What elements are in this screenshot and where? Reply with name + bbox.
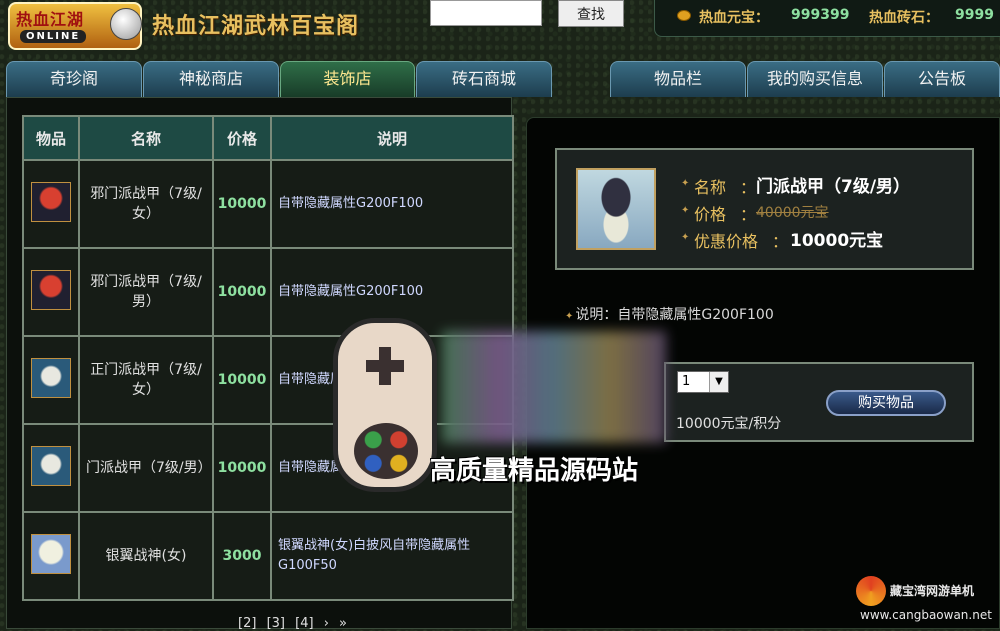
detail-description: ✦ 说明：自带隐藏属性G200F100: [565, 304, 774, 324]
armor-icon[interactable]: [31, 182, 71, 222]
bullet-icon: ✦: [565, 311, 574, 322]
yuanbao-value: 999399: [791, 7, 850, 23]
corner-watermark-title: 藏宝湾网游单机: [890, 584, 975, 598]
item-name[interactable]: 银翼战神(女): [78, 511, 214, 601]
item-price: 3000: [212, 511, 272, 601]
name-value: 门派战甲（7级/男）: [756, 177, 911, 197]
yuanbao-label: 热血元宝：: [699, 10, 769, 26]
watermark-text: 高质量精品源码站: [430, 456, 639, 486]
search-button[interactable]: 查找: [558, 0, 624, 27]
dpad-icon: [366, 347, 404, 385]
armor-icon[interactable]: [31, 446, 71, 486]
item-desc: 银翼战神(女)白披风自带隐藏属性G100F50: [270, 511, 514, 601]
desc-label: 说明：: [575, 307, 618, 323]
quantity-value: 1: [682, 374, 691, 389]
tab-mystery-shop[interactable]: 神秘商店: [143, 61, 279, 97]
tab-gem-mall[interactable]: 砖石商城: [416, 61, 552, 97]
armor-icon[interactable]: [31, 534, 71, 574]
colon: ：: [740, 178, 757, 197]
item-table: 物品 名称 价格 说明 邪门派战甲（7级/女） 10000 自带隐藏属性G200…: [22, 115, 514, 601]
original-price: 40000元宝: [756, 205, 829, 221]
selected-armor-icon: [576, 168, 656, 250]
colon: ：: [772, 232, 789, 251]
tab-qizhenge[interactable]: 奇珍阁: [6, 61, 142, 97]
corner-watermark: 藏宝湾网游单机 www.cangbaowan.net: [856, 576, 996, 624]
search-input[interactable]: [430, 0, 542, 26]
chevron-down-icon[interactable]: ▼: [709, 372, 728, 392]
col-header-name: 名称: [78, 115, 214, 161]
corner-watermark-url: www.cangbaowan.net: [860, 608, 992, 622]
buy-button[interactable]: 购买物品: [826, 390, 946, 416]
table-row[interactable]: 正门派战甲（7级/女） 10000 自带隐藏属性G200F100: [22, 335, 514, 425]
logo-text: 热血江湖: [16, 10, 85, 29]
unit-price: 10000元宝/积分: [676, 416, 782, 432]
tab-bulletin[interactable]: 公告板: [884, 61, 1000, 97]
blurred-overlay: [442, 331, 666, 443]
bullet-icon: ✦: [681, 205, 690, 216]
discount-label: 优惠价格: [694, 232, 759, 251]
desc-value: 自带隐藏属性G200F100: [617, 307, 774, 323]
table-row[interactable]: 银翼战神(女) 3000 银翼战神(女)白披风自带隐藏属性G100F50: [22, 511, 514, 601]
item-name[interactable]: 邪门派战甲（7级/女）: [78, 159, 214, 249]
item-name[interactable]: 正门派战甲（7级/女）: [78, 335, 214, 425]
col-header-item: 物品: [22, 115, 80, 161]
tab-decoration-shop[interactable]: 装饰店: [280, 61, 415, 97]
item-name[interactable]: 邪门派战甲（7级/男）: [78, 247, 214, 337]
armor-icon[interactable]: [31, 358, 71, 398]
col-header-price: 价格: [212, 115, 272, 161]
price-label: 价格: [694, 205, 727, 224]
gamepad-watermark-icon: [333, 318, 437, 492]
col-header-desc: 说明: [270, 115, 514, 161]
bullet-icon: ✦: [681, 232, 690, 243]
currency-bar: 热血元宝： 999399 热血砖石： 9999: [654, 0, 1000, 37]
table-header-row: 物品 名称 价格 说明: [22, 115, 514, 161]
tab-purchase-info[interactable]: 我的购买信息: [747, 61, 883, 97]
item-price: 10000: [212, 247, 272, 337]
item-price: 10000: [212, 335, 272, 425]
discount-value: 10000元宝: [790, 231, 884, 251]
site-title: 热血江湖武林百宝阁: [152, 13, 360, 39]
tab-inventory[interactable]: 物品栏: [610, 61, 746, 97]
quantity-select[interactable]: 1 ▼: [677, 371, 729, 393]
bullet-icon: ✦: [681, 178, 690, 189]
zhuanshi-label: 热血砖石：: [869, 10, 939, 26]
logo-emblem-icon: [110, 8, 142, 40]
item-price: 10000: [212, 423, 272, 513]
colon: ：: [740, 205, 757, 224]
coin-icon: [677, 10, 691, 21]
table-row[interactable]: 邪门派战甲（7级/男） 10000 自带隐藏属性G200F100: [22, 247, 514, 337]
game-logo[interactable]: 热血江湖 ONLINE: [8, 2, 142, 50]
name-label: 名称: [694, 178, 727, 197]
item-name[interactable]: 门派战甲（7级/男）: [78, 423, 214, 513]
armor-icon[interactable]: [31, 270, 71, 310]
table-row[interactable]: 邪门派战甲（7级/女） 10000 自带隐藏属性G200F100: [22, 159, 514, 249]
logo-online-text: ONLINE: [20, 30, 87, 43]
swirl-logo-icon: [856, 576, 886, 606]
zhuanshi-value: 9999: [955, 7, 994, 23]
item-desc: 自带隐藏属性G200F100: [270, 159, 514, 249]
buttons-icon: [354, 423, 418, 479]
item-price: 10000: [212, 159, 272, 249]
